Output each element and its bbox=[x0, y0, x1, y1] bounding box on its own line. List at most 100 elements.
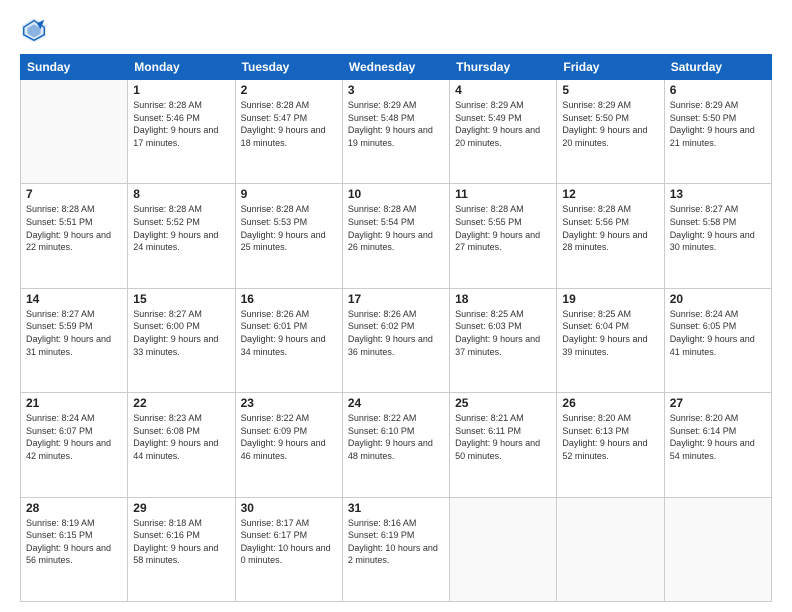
calendar-cell: 24 Sunrise: 8:22 AM Sunset: 6:10 PM Dayl… bbox=[342, 393, 449, 497]
sunrise-text: Sunrise: 8:27 AM bbox=[133, 308, 229, 321]
calendar-cell: 29 Sunrise: 8:18 AM Sunset: 6:16 PM Dayl… bbox=[128, 497, 235, 601]
daylight-text: Daylight: 9 hours and 25 minutes. bbox=[241, 229, 337, 254]
calendar-cell bbox=[21, 80, 128, 184]
day-info: Sunrise: 8:29 AM Sunset: 5:50 PM Dayligh… bbox=[670, 99, 766, 149]
week-row-5: 28 Sunrise: 8:19 AM Sunset: 6:15 PM Dayl… bbox=[21, 497, 772, 601]
day-info: Sunrise: 8:28 AM Sunset: 5:46 PM Dayligh… bbox=[133, 99, 229, 149]
col-tuesday: Tuesday bbox=[235, 55, 342, 80]
calendar-cell: 11 Sunrise: 8:28 AM Sunset: 5:55 PM Dayl… bbox=[450, 184, 557, 288]
sunrise-text: Sunrise: 8:22 AM bbox=[241, 412, 337, 425]
daylight-text: Daylight: 9 hours and 20 minutes. bbox=[455, 124, 551, 149]
daylight-text: Daylight: 9 hours and 44 minutes. bbox=[133, 437, 229, 462]
calendar-cell bbox=[664, 497, 771, 601]
day-info: Sunrise: 8:20 AM Sunset: 6:14 PM Dayligh… bbox=[670, 412, 766, 462]
sunrise-text: Sunrise: 8:28 AM bbox=[26, 203, 122, 216]
day-info: Sunrise: 8:29 AM Sunset: 5:48 PM Dayligh… bbox=[348, 99, 444, 149]
day-number: 7 bbox=[26, 187, 122, 201]
day-info: Sunrise: 8:28 AM Sunset: 5:56 PM Dayligh… bbox=[562, 203, 658, 253]
daylight-text: Daylight: 9 hours and 17 minutes. bbox=[133, 124, 229, 149]
day-number: 31 bbox=[348, 501, 444, 515]
daylight-text: Daylight: 9 hours and 21 minutes. bbox=[670, 124, 766, 149]
daylight-text: Daylight: 9 hours and 19 minutes. bbox=[348, 124, 444, 149]
day-number: 3 bbox=[348, 83, 444, 97]
sunrise-text: Sunrise: 8:24 AM bbox=[26, 412, 122, 425]
daylight-text: Daylight: 9 hours and 27 minutes. bbox=[455, 229, 551, 254]
sunset-text: Sunset: 6:16 PM bbox=[133, 529, 229, 542]
sunset-text: Sunset: 6:14 PM bbox=[670, 425, 766, 438]
calendar-cell: 26 Sunrise: 8:20 AM Sunset: 6:13 PM Dayl… bbox=[557, 393, 664, 497]
sunrise-text: Sunrise: 8:24 AM bbox=[670, 308, 766, 321]
sunset-text: Sunset: 6:15 PM bbox=[26, 529, 122, 542]
day-number: 18 bbox=[455, 292, 551, 306]
day-info: Sunrise: 8:28 AM Sunset: 5:47 PM Dayligh… bbox=[241, 99, 337, 149]
day-number: 22 bbox=[133, 396, 229, 410]
sunset-text: Sunset: 6:19 PM bbox=[348, 529, 444, 542]
sunrise-text: Sunrise: 8:18 AM bbox=[133, 517, 229, 530]
day-info: Sunrise: 8:27 AM Sunset: 6:00 PM Dayligh… bbox=[133, 308, 229, 358]
day-info: Sunrise: 8:26 AM Sunset: 6:02 PM Dayligh… bbox=[348, 308, 444, 358]
day-number: 14 bbox=[26, 292, 122, 306]
day-number: 15 bbox=[133, 292, 229, 306]
sunrise-text: Sunrise: 8:28 AM bbox=[562, 203, 658, 216]
daylight-text: Daylight: 9 hours and 56 minutes. bbox=[26, 542, 122, 567]
daylight-text: Daylight: 9 hours and 50 minutes. bbox=[455, 437, 551, 462]
sunrise-text: Sunrise: 8:29 AM bbox=[348, 99, 444, 112]
calendar-cell bbox=[557, 497, 664, 601]
logo-icon bbox=[20, 16, 48, 44]
sunset-text: Sunset: 5:56 PM bbox=[562, 216, 658, 229]
calendar-cell: 1 Sunrise: 8:28 AM Sunset: 5:46 PM Dayli… bbox=[128, 80, 235, 184]
day-info: Sunrise: 8:17 AM Sunset: 6:17 PM Dayligh… bbox=[241, 517, 337, 567]
sunset-text: Sunset: 5:51 PM bbox=[26, 216, 122, 229]
sunrise-text: Sunrise: 8:25 AM bbox=[455, 308, 551, 321]
day-header-row: Sunday Monday Tuesday Wednesday Thursday… bbox=[21, 55, 772, 80]
week-row-4: 21 Sunrise: 8:24 AM Sunset: 6:07 PM Dayl… bbox=[21, 393, 772, 497]
day-number: 12 bbox=[562, 187, 658, 201]
sunrise-text: Sunrise: 8:20 AM bbox=[670, 412, 766, 425]
day-number: 25 bbox=[455, 396, 551, 410]
day-info: Sunrise: 8:22 AM Sunset: 6:09 PM Dayligh… bbox=[241, 412, 337, 462]
calendar-cell: 31 Sunrise: 8:16 AM Sunset: 6:19 PM Dayl… bbox=[342, 497, 449, 601]
daylight-text: Daylight: 9 hours and 46 minutes. bbox=[241, 437, 337, 462]
sunset-text: Sunset: 5:53 PM bbox=[241, 216, 337, 229]
sunset-text: Sunset: 6:00 PM bbox=[133, 320, 229, 333]
week-row-1: 1 Sunrise: 8:28 AM Sunset: 5:46 PM Dayli… bbox=[21, 80, 772, 184]
day-info: Sunrise: 8:24 AM Sunset: 6:07 PM Dayligh… bbox=[26, 412, 122, 462]
calendar-cell: 2 Sunrise: 8:28 AM Sunset: 5:47 PM Dayli… bbox=[235, 80, 342, 184]
day-number: 28 bbox=[26, 501, 122, 515]
sunrise-text: Sunrise: 8:17 AM bbox=[241, 517, 337, 530]
day-number: 9 bbox=[241, 187, 337, 201]
col-wednesday: Wednesday bbox=[342, 55, 449, 80]
header bbox=[20, 16, 772, 44]
daylight-text: Daylight: 9 hours and 58 minutes. bbox=[133, 542, 229, 567]
daylight-text: Daylight: 9 hours and 37 minutes. bbox=[455, 333, 551, 358]
sunset-text: Sunset: 5:58 PM bbox=[670, 216, 766, 229]
sunset-text: Sunset: 5:48 PM bbox=[348, 112, 444, 125]
calendar-cell: 27 Sunrise: 8:20 AM Sunset: 6:14 PM Dayl… bbox=[664, 393, 771, 497]
calendar-cell: 6 Sunrise: 8:29 AM Sunset: 5:50 PM Dayli… bbox=[664, 80, 771, 184]
day-info: Sunrise: 8:23 AM Sunset: 6:08 PM Dayligh… bbox=[133, 412, 229, 462]
day-number: 23 bbox=[241, 396, 337, 410]
sunrise-text: Sunrise: 8:26 AM bbox=[348, 308, 444, 321]
daylight-text: Daylight: 10 hours and 0 minutes. bbox=[241, 542, 337, 567]
day-number: 29 bbox=[133, 501, 229, 515]
calendar-cell: 8 Sunrise: 8:28 AM Sunset: 5:52 PM Dayli… bbox=[128, 184, 235, 288]
sunrise-text: Sunrise: 8:28 AM bbox=[133, 99, 229, 112]
calendar-cell: 21 Sunrise: 8:24 AM Sunset: 6:07 PM Dayl… bbox=[21, 393, 128, 497]
calendar-page: Sunday Monday Tuesday Wednesday Thursday… bbox=[0, 0, 792, 612]
day-number: 11 bbox=[455, 187, 551, 201]
day-info: Sunrise: 8:16 AM Sunset: 6:19 PM Dayligh… bbox=[348, 517, 444, 567]
calendar-cell: 28 Sunrise: 8:19 AM Sunset: 6:15 PM Dayl… bbox=[21, 497, 128, 601]
sunrise-text: Sunrise: 8:22 AM bbox=[348, 412, 444, 425]
daylight-text: Daylight: 9 hours and 22 minutes. bbox=[26, 229, 122, 254]
sunset-text: Sunset: 5:52 PM bbox=[133, 216, 229, 229]
day-info: Sunrise: 8:19 AM Sunset: 6:15 PM Dayligh… bbox=[26, 517, 122, 567]
day-info: Sunrise: 8:28 AM Sunset: 5:55 PM Dayligh… bbox=[455, 203, 551, 253]
sunset-text: Sunset: 5:55 PM bbox=[455, 216, 551, 229]
calendar-table: Sunday Monday Tuesday Wednesday Thursday… bbox=[20, 54, 772, 602]
sunset-text: Sunset: 6:01 PM bbox=[241, 320, 337, 333]
day-info: Sunrise: 8:29 AM Sunset: 5:49 PM Dayligh… bbox=[455, 99, 551, 149]
sunset-text: Sunset: 5:50 PM bbox=[670, 112, 766, 125]
calendar-cell: 25 Sunrise: 8:21 AM Sunset: 6:11 PM Dayl… bbox=[450, 393, 557, 497]
sunrise-text: Sunrise: 8:28 AM bbox=[455, 203, 551, 216]
col-saturday: Saturday bbox=[664, 55, 771, 80]
